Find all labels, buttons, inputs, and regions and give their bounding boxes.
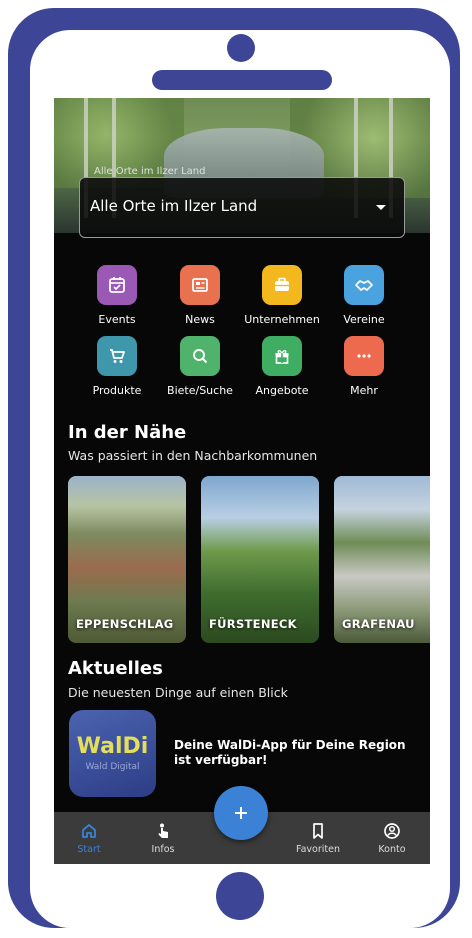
- category-label: News: [185, 313, 215, 326]
- touch-icon: [158, 823, 168, 838]
- category-label: Angebote: [255, 384, 309, 397]
- nav-favoriten-label: Favoriten: [296, 844, 340, 855]
- account-icon: [384, 823, 400, 839]
- phone-camera: [227, 34, 255, 62]
- cart-icon: [97, 336, 137, 376]
- nearby-title: In der Nähe: [68, 422, 187, 443]
- bookmark-icon: [313, 823, 323, 839]
- location-select-label: Alle Orte im Ilzer Land: [94, 166, 206, 177]
- category-label: Mehr: [350, 384, 378, 397]
- nav-infos-label: Infos: [151, 844, 175, 855]
- phone-home-button[interactable]: [216, 872, 264, 920]
- dropdown-arrow-icon: [376, 205, 386, 210]
- phone-speaker: [152, 70, 332, 90]
- nav-favoriten[interactable]: Favoriten: [283, 812, 353, 864]
- app-screen: Alle Orte im Ilzer Land Alle Orte im Ilz…: [54, 98, 430, 864]
- waldi-logo-title: WalDi: [76, 734, 149, 759]
- nearby-subtitle: Was passiert in den Nachbarkommunen: [68, 448, 318, 463]
- category-vereine[interactable]: Vereine: [322, 265, 406, 327]
- gift-icon: [262, 336, 302, 376]
- category-label: Produkte: [92, 384, 142, 397]
- calendar-icon: [97, 265, 137, 305]
- category-label: Events: [98, 313, 136, 326]
- category-label: Vereine: [343, 313, 385, 326]
- nav-start-label: Start: [77, 844, 101, 855]
- nav-konto[interactable]: Konto: [357, 812, 427, 864]
- location-select-value: Alle Orte im Ilzer Land: [90, 197, 258, 215]
- category-mehr[interactable]: Mehr: [322, 336, 406, 398]
- news-title: Aktuelles: [68, 658, 163, 679]
- nav-start[interactable]: Start: [54, 812, 124, 864]
- briefcase-icon: [262, 265, 302, 305]
- category-label: Unternehmen: [244, 313, 320, 326]
- nav-infos[interactable]: Infos: [128, 812, 198, 864]
- add-button[interactable]: [214, 786, 268, 840]
- category-news[interactable]: News: [158, 265, 242, 327]
- more-icon: [344, 336, 384, 376]
- place-card-name: EPPENSCHLAG: [76, 617, 174, 631]
- category-label: Biete/Suche: [167, 384, 233, 397]
- nav-konto-label: Konto: [378, 844, 406, 855]
- location-select[interactable]: Alle Orte im Ilzer Land: [79, 177, 405, 238]
- news-item-text[interactable]: Deine WalDi-App für Deine Region ist ver…: [174, 738, 414, 768]
- place-card-grafenau[interactable]: GRAFENAU: [334, 476, 430, 643]
- place-card-eppenschlag[interactable]: EPPENSCHLAG: [68, 476, 186, 643]
- category-angebote[interactable]: Angebote: [240, 336, 324, 398]
- plus-icon: [235, 807, 247, 819]
- search-icon: [180, 336, 220, 376]
- category-unternehmen[interactable]: Unternehmen: [240, 265, 324, 327]
- waldi-logo-subtitle: Wald Digital: [85, 762, 140, 772]
- category-produkte[interactable]: Produkte: [75, 336, 159, 398]
- newspaper-icon: [180, 265, 220, 305]
- news-subtitle: Die neuesten Dinge auf einen Blick: [68, 685, 288, 700]
- place-card-name: FÜRSTENECK: [209, 617, 297, 631]
- home-icon: [82, 824, 96, 838]
- category-biete-suche[interactable]: Biete/Suche: [158, 336, 242, 398]
- handshake-icon: [344, 265, 384, 305]
- place-card-fuersteneck[interactable]: FÜRSTENECK: [201, 476, 319, 643]
- category-events[interactable]: Events: [75, 265, 159, 327]
- place-card-name: GRAFENAU: [342, 617, 415, 631]
- waldi-logo[interactable]: WalDi Wald Digital: [69, 710, 156, 797]
